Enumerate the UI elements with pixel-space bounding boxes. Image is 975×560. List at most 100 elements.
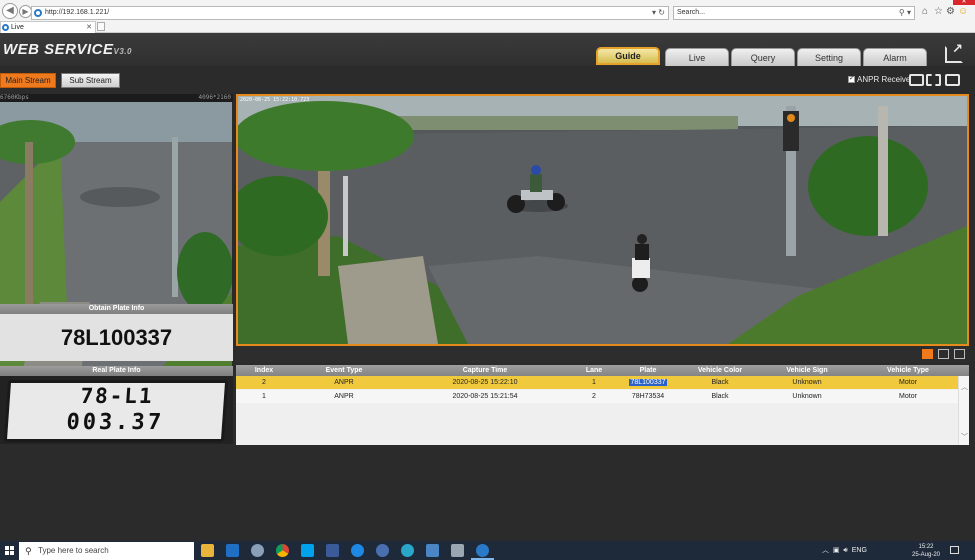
taskbar-search-input[interactable]: ⚲ Type here to search bbox=[19, 542, 194, 560]
tab-setting[interactable]: Setting bbox=[797, 48, 861, 66]
real-plate-title: Real Plate Info bbox=[0, 366, 233, 376]
internet-explorer-icon[interactable] bbox=[471, 544, 494, 560]
back-icon[interactable]: ◀ bbox=[2, 3, 18, 19]
sub-stream-button[interactable]: Sub Stream bbox=[61, 73, 120, 88]
scroll-up-icon[interactable]: ︿ bbox=[961, 382, 968, 392]
refresh-icon[interactable]: ▾ ↻ bbox=[652, 7, 665, 19]
video-layout-bar bbox=[236, 346, 969, 363]
cell-index: 2 bbox=[262, 379, 266, 386]
table-scrollbar[interactable]: ︿ ﹀ bbox=[958, 376, 969, 445]
record-settings-icon[interactable] bbox=[926, 74, 941, 86]
outlook-icon[interactable] bbox=[226, 544, 239, 557]
scroll-down-icon[interactable]: ﹀ bbox=[961, 432, 968, 442]
cell-lane: 2 bbox=[592, 393, 596, 400]
real-plate-panel: Real Plate Info 78-L1 003.37 bbox=[0, 366, 233, 444]
anpr-receive-label: ANPR Receive bbox=[857, 75, 911, 84]
table-row[interactable]: 2 ANPR 2020-08-25 15:22:10 1 78L100337 B… bbox=[236, 376, 958, 389]
cell-vehicle-type: Motor bbox=[899, 379, 917, 386]
windows-start-icon[interactable] bbox=[0, 541, 19, 560]
home-icon[interactable]: ⌂ bbox=[922, 7, 932, 17]
snapshot-icon[interactable] bbox=[909, 74, 924, 86]
favorites-star-icon[interactable]: ☆ bbox=[934, 7, 944, 17]
settings-gear-icon[interactable]: ⚙ bbox=[946, 7, 956, 17]
main-video-scene bbox=[238, 96, 967, 344]
search-icon[interactable]: ⚲ ▾ bbox=[899, 7, 911, 19]
tab-close-icon[interactable]: ✕ bbox=[86, 22, 92, 33]
skype-icon[interactable] bbox=[301, 544, 314, 557]
col-event-type: Event Type bbox=[325, 367, 363, 374]
volume-icon[interactable]: 🔊︎ bbox=[843, 547, 847, 554]
sub-video-info-bar: 6760Kbps 4096*2160 bbox=[0, 94, 233, 102]
single-view-icon[interactable] bbox=[922, 349, 933, 359]
tray-chevron-icon[interactable]: ︿ bbox=[822, 547, 829, 554]
edge-icon[interactable] bbox=[401, 544, 414, 557]
document-icon[interactable] bbox=[326, 544, 339, 557]
language-indicator[interactable]: ENG bbox=[852, 547, 867, 554]
ie-page-icon bbox=[34, 9, 42, 17]
browser-tab-title: Live bbox=[11, 24, 24, 31]
cell-vehicle-sign: Unknown bbox=[792, 393, 822, 400]
clock-date: 25-Aug-20 bbox=[912, 552, 941, 558]
plate-panels: Obtain Plate Info 78L100337 Real Plate I… bbox=[0, 304, 233, 444]
anpr-event-table: Index Event Type Capture Time Lane Plate… bbox=[236, 365, 969, 445]
plate-line-1: 78-L1 bbox=[79, 384, 155, 408]
cell-capture-time: 2020-08-25 15:22:10 bbox=[452, 379, 518, 386]
col-vehicle-type: Vehicle Type bbox=[887, 367, 929, 374]
browser-chrome: ◀ ▶ http://192.168.1.221/ ▾ ↻ Search... … bbox=[0, 0, 975, 33]
main-stream-video[interactable]: 2020-08-25 15:22:10.723 bbox=[236, 94, 969, 346]
cell-lane: 1 bbox=[592, 379, 596, 386]
anpr-receive-checkbox[interactable]: ANPR Receive bbox=[848, 74, 911, 84]
taskbar-clock[interactable]: 15:22 25-Aug-20 bbox=[912, 543, 940, 559]
app-icon[interactable] bbox=[451, 544, 464, 557]
network-icon[interactable]: ▣ bbox=[833, 547, 840, 554]
tab-live[interactable]: Live bbox=[665, 48, 729, 66]
col-vehicle-sign: Vehicle Sign bbox=[786, 367, 828, 374]
plate-highlight: 78L100337 bbox=[629, 379, 667, 386]
notification-icon[interactable] bbox=[950, 546, 959, 554]
edge-legacy-icon[interactable] bbox=[351, 544, 364, 557]
obtain-plate-value: 78L100337 bbox=[0, 314, 233, 361]
logout-export-icon[interactable] bbox=[945, 41, 963, 63]
obtain-plate-title: Obtain Plate Info bbox=[0, 304, 233, 314]
cell-capture-time: 2020-08-25 15:21:54 bbox=[452, 393, 518, 400]
tab-guide[interactable]: Guide bbox=[596, 47, 660, 65]
search-icon: ⚲ bbox=[25, 546, 32, 556]
cell-vehicle-color: Black bbox=[711, 393, 729, 400]
mail-icon[interactable] bbox=[426, 544, 439, 557]
cell-plate: 78H73534 bbox=[631, 393, 665, 400]
col-lane: Lane bbox=[585, 367, 603, 374]
tab-alarm[interactable]: Alarm bbox=[863, 48, 927, 66]
chrome-icon[interactable] bbox=[276, 544, 289, 557]
smiley-feedback-icon[interactable]: ☺ bbox=[958, 7, 968, 17]
clock-time: 15:22 bbox=[918, 544, 934, 550]
cell-event-type: ANPR bbox=[334, 379, 354, 386]
app-icon[interactable] bbox=[251, 544, 264, 557]
file-explorer-icon[interactable] bbox=[201, 544, 214, 557]
col-vehicle-color: Vehicle Color bbox=[697, 367, 743, 374]
tab-query[interactable]: Query bbox=[731, 48, 795, 66]
video-camera-icon[interactable] bbox=[945, 74, 960, 86]
main-stream-button[interactable]: Main Stream bbox=[0, 73, 56, 88]
col-index: Index bbox=[254, 367, 274, 374]
tab-ie-icon bbox=[2, 24, 9, 31]
checkbox-icon[interactable] bbox=[848, 74, 855, 83]
fullscreen-view-icon[interactable] bbox=[954, 349, 965, 359]
browser-tab-live[interactable]: Live ✕ bbox=[0, 21, 96, 33]
browser-search-input[interactable]: Search... ⚲ ▾ bbox=[673, 6, 915, 20]
brand-version: V3.0 bbox=[113, 47, 132, 56]
app-icon[interactable] bbox=[376, 544, 389, 557]
taskbar-search-placeholder: Type here to search bbox=[38, 546, 109, 555]
table-header: Index Event Type Capture Time Lane Plate… bbox=[236, 365, 969, 376]
window-close-icon[interactable]: ✕ bbox=[953, 0, 975, 5]
stream-toolbar: Main Stream Sub Stream ANPR Receive bbox=[0, 66, 975, 94]
new-tab-button[interactable] bbox=[97, 22, 105, 31]
quad-view-icon[interactable] bbox=[938, 349, 949, 359]
plate-card: 78-L1 003.37 bbox=[3, 380, 229, 442]
address-bar[interactable]: http://192.168.1.221/ ▾ ↻ bbox=[31, 6, 669, 20]
bitrate-text: 6760Kbps bbox=[0, 94, 29, 101]
browser-search-placeholder: Search... bbox=[677, 9, 706, 16]
brand-logo: WEB SERVICEV3.0 bbox=[3, 41, 132, 58]
resolution-text: 4096*2160 bbox=[198, 94, 231, 101]
address-text: http://192.168.1.221/ bbox=[45, 9, 110, 16]
table-row[interactable]: 1 ANPR 2020-08-25 15:21:54 2 78H73534 Bl… bbox=[236, 390, 958, 403]
